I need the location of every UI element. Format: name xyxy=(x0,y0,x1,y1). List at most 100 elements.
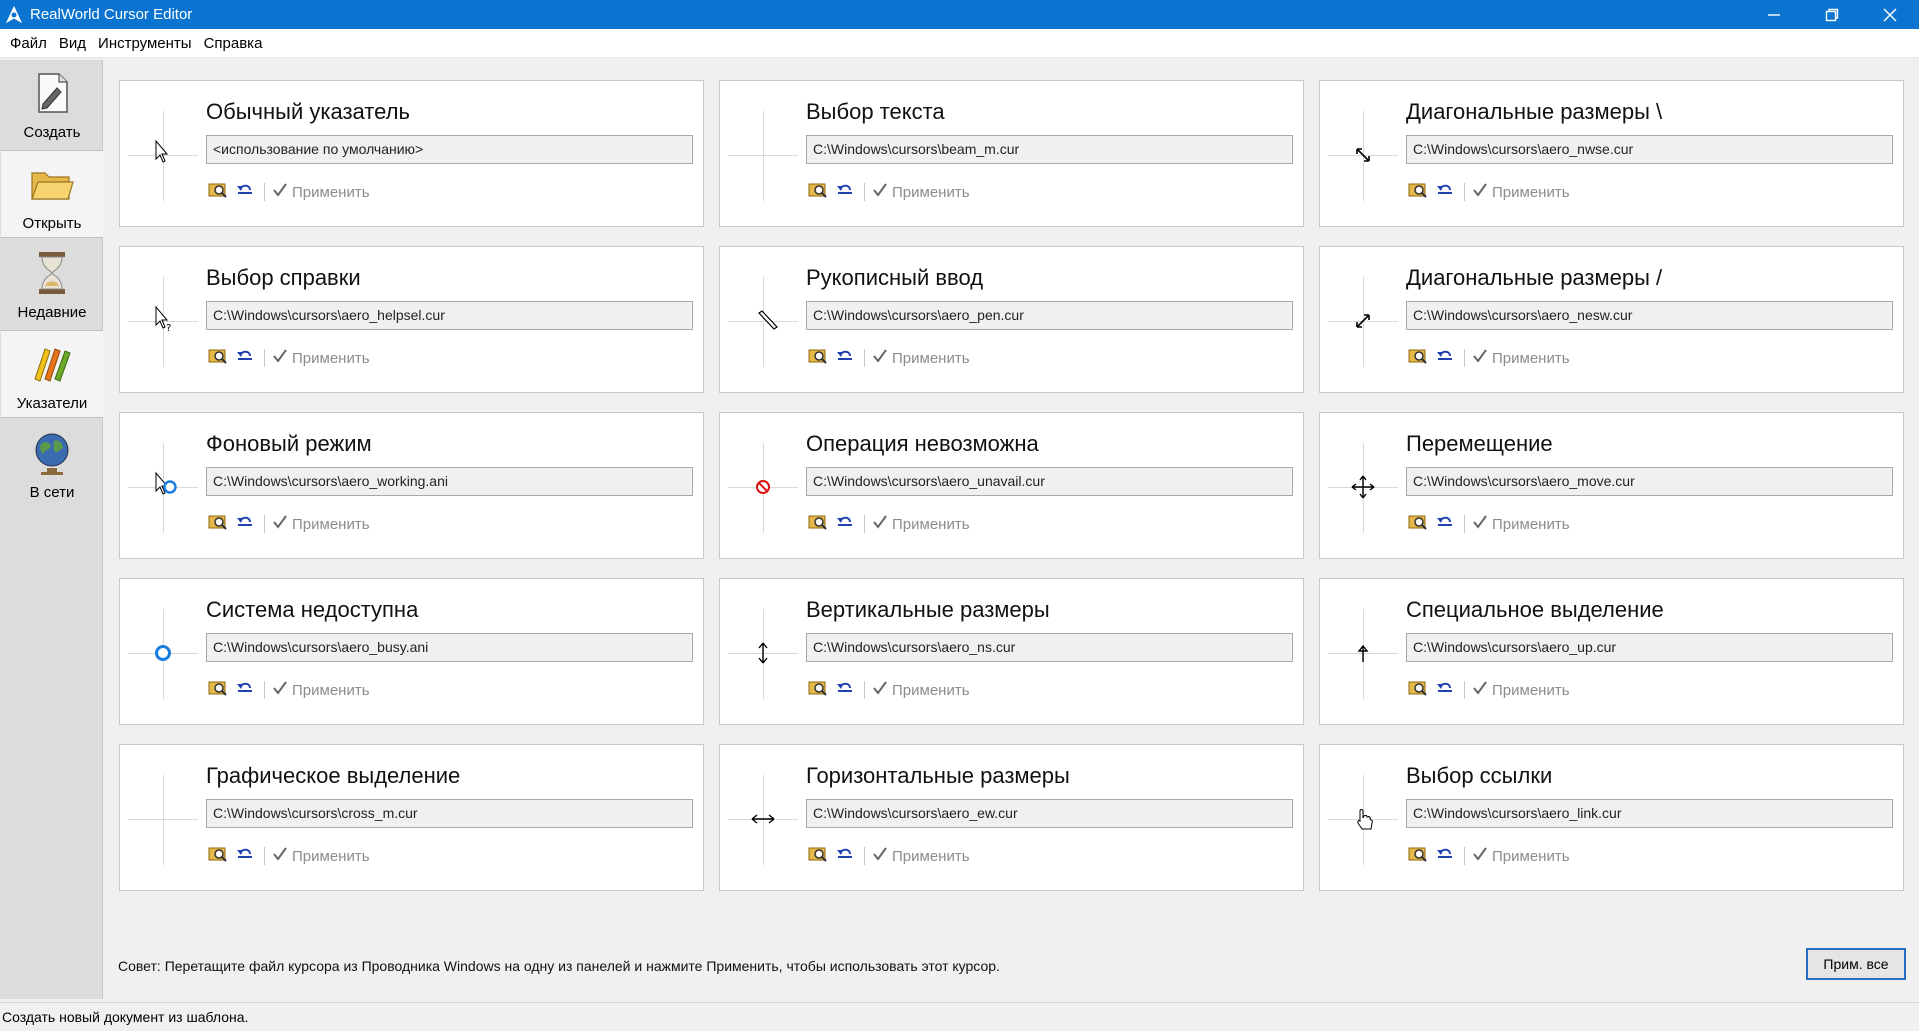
sidebar-item-online[interactable]: В сети xyxy=(1,420,103,508)
cursor-card[interactable]: Операция невозможна C:\Windows\cursors\ae… xyxy=(719,412,1304,559)
cursor-card[interactable]: Горизонтальные размеры C:\Windows\cursors… xyxy=(719,744,1304,891)
cursor-path-field[interactable]: C:\Windows\cursors\aero_working.ani xyxy=(206,467,693,496)
cursor-card-title: Обычный указатель xyxy=(206,99,410,124)
apply-button[interactable]: Применить xyxy=(272,348,370,368)
sidebar-item-recent[interactable]: Недавние xyxy=(1,240,103,328)
apply-button[interactable]: Применить xyxy=(1472,680,1570,700)
divider xyxy=(864,349,865,367)
menu-file[interactable]: Файл xyxy=(4,35,53,52)
cursor-path-field[interactable]: C:\Windows\cursors\aero_pen.cur xyxy=(806,301,1293,330)
cursor-path-field[interactable]: C:\Windows\cursors\aero_busy.ani xyxy=(206,633,693,662)
apply-button[interactable]: Применить xyxy=(1472,846,1570,866)
apply-label: Применить xyxy=(1492,349,1570,367)
resize-ns-icon xyxy=(758,642,768,664)
cursor-card[interactable]: Диагональные размеры \ C:\Windows\cursors… xyxy=(1319,80,1904,227)
apply-button[interactable]: Применить xyxy=(1472,514,1570,534)
reset-button[interactable] xyxy=(833,181,857,203)
menu-tools[interactable]: Инструменты xyxy=(92,35,198,52)
sidebar-item-label: Указатели xyxy=(16,395,88,412)
browse-button[interactable] xyxy=(1406,679,1430,701)
reset-button[interactable] xyxy=(233,347,257,369)
restore-button[interactable] xyxy=(1803,0,1861,29)
browse-button[interactable] xyxy=(1406,347,1430,369)
reset-button[interactable] xyxy=(1433,347,1457,369)
reset-button[interactable] xyxy=(1433,679,1457,701)
browse-button[interactable] xyxy=(1406,845,1430,867)
browse-button[interactable] xyxy=(806,679,830,701)
reset-button[interactable] xyxy=(1433,513,1457,535)
cursor-card[interactable]: Диагональные размеры / C:\Windows\cursors… xyxy=(1319,246,1904,393)
cursor-path-field[interactable]: C:\Windows\cursors\aero_move.cur xyxy=(1406,467,1893,496)
cursor-path-field[interactable]: C:\Windows\cursors\cross_m.cur xyxy=(206,799,693,828)
sidebar-item-create[interactable]: Создать xyxy=(1,60,103,148)
cursor-card[interactable]: Обычный указатель <использование по умолч… xyxy=(119,80,704,227)
browse-button[interactable] xyxy=(206,845,230,867)
cursor-path-field[interactable]: C:\Windows\cursors\aero_ns.cur xyxy=(806,633,1293,662)
sidebar-item-cursors[interactable]: Указатели xyxy=(1,330,103,418)
cursor-card[interactable]: Выбор текста C:\Windows\cursors\beam_m.cu… xyxy=(719,80,1304,227)
apply-button[interactable]: Применить xyxy=(272,846,370,866)
reset-button[interactable] xyxy=(833,845,857,867)
cursor-card[interactable]: Перемещение C:\Windows\cursors\aero_move.… xyxy=(1319,412,1904,559)
apply-button[interactable]: Применить xyxy=(872,182,970,202)
reset-button[interactable] xyxy=(233,845,257,867)
divider xyxy=(864,681,865,699)
cursor-path-field[interactable]: C:\Windows\cursors\beam_m.cur xyxy=(806,135,1293,164)
cursor-path-field[interactable]: C:\Windows\cursors\aero_helpsel.cur xyxy=(206,301,693,330)
cursor-preview xyxy=(728,277,798,367)
cursor-card-title: Фоновый режим xyxy=(206,431,372,456)
arrow-icon xyxy=(155,139,169,163)
cursor-preview xyxy=(728,775,798,865)
cursor-path-field[interactable]: C:\Windows\cursors\aero_nwse.cur xyxy=(1406,135,1893,164)
cursor-card[interactable]: Графическое выделение C:\Windows\cursors\… xyxy=(119,744,704,891)
cursor-card[interactable]: Рукописный ввод C:\Windows\cursors\aero_p… xyxy=(719,246,1304,393)
close-button[interactable] xyxy=(1861,0,1919,29)
reset-button[interactable] xyxy=(833,679,857,701)
browse-button[interactable] xyxy=(1406,513,1430,535)
browse-button[interactable] xyxy=(806,513,830,535)
cursor-path-field[interactable]: C:\Windows\cursors\aero_up.cur xyxy=(1406,633,1893,662)
apply-button[interactable]: Применить xyxy=(272,514,370,534)
cursor-card-title: Система недоступна xyxy=(206,597,419,622)
apply-button[interactable]: Применить xyxy=(272,680,370,700)
apply-button[interactable]: Применить xyxy=(1472,348,1570,368)
apply-button[interactable]: Применить xyxy=(872,348,970,368)
cursor-path-field[interactable]: C:\Windows\cursors\aero_nesw.cur xyxy=(1406,301,1893,330)
browse-button[interactable] xyxy=(806,347,830,369)
apply-button[interactable]: Применить xyxy=(1472,182,1570,202)
browse-button[interactable] xyxy=(206,347,230,369)
browse-button[interactable] xyxy=(206,181,230,203)
cursor-card[interactable]: Вертикальные размеры C:\Windows\cursors\a… xyxy=(719,578,1304,725)
cursor-card[interactable]: ? Выбор справки C:\Windows\cursors\aero_he… xyxy=(119,246,704,393)
apply-button[interactable]: Применить xyxy=(272,182,370,202)
reset-button[interactable] xyxy=(233,513,257,535)
apply-button[interactable]: Применить xyxy=(872,846,970,866)
cursor-path-field[interactable]: <использование по умолчанию> xyxy=(206,135,693,164)
apply-button[interactable]: Применить xyxy=(872,680,970,700)
sidebar-item-open[interactable]: Открыть xyxy=(1,150,103,238)
browse-button[interactable] xyxy=(206,679,230,701)
menu-view[interactable]: Вид xyxy=(53,35,92,52)
reset-button[interactable] xyxy=(233,679,257,701)
reset-button[interactable] xyxy=(233,181,257,203)
reset-button[interactable] xyxy=(1433,845,1457,867)
minimize-button[interactable] xyxy=(1745,0,1803,29)
browse-button[interactable] xyxy=(1406,181,1430,203)
browse-button[interactable] xyxy=(806,845,830,867)
reset-button[interactable] xyxy=(833,347,857,369)
reset-button[interactable] xyxy=(1433,181,1457,203)
menu-help[interactable]: Справка xyxy=(198,35,269,52)
browse-button[interactable] xyxy=(206,513,230,535)
cursor-card[interactable]: Специальное выделение C:\Windows\cursors\… xyxy=(1319,578,1904,725)
cursor-card[interactable]: Система недоступна C:\Windows\cursors\aer… xyxy=(119,578,704,725)
apply-all-button[interactable]: Прим. все xyxy=(1806,948,1906,980)
cursor-path-field[interactable]: C:\Windows\cursors\aero_ew.cur xyxy=(806,799,1293,828)
cursor-card[interactable]: Выбор ссылки C:\Windows\cursors\aero_link… xyxy=(1319,744,1904,891)
cursor-path-field[interactable]: C:\Windows\cursors\aero_unavail.cur xyxy=(806,467,1293,496)
browse-button[interactable] xyxy=(806,181,830,203)
reset-button[interactable] xyxy=(833,513,857,535)
checkmark-icon xyxy=(272,846,292,866)
apply-button[interactable]: Применить xyxy=(872,514,970,534)
cursor-path-field[interactable]: C:\Windows\cursors\aero_link.cur xyxy=(1406,799,1893,828)
cursor-card[interactable]: Фоновый режим C:\Windows\cursors\aero_wor… xyxy=(119,412,704,559)
